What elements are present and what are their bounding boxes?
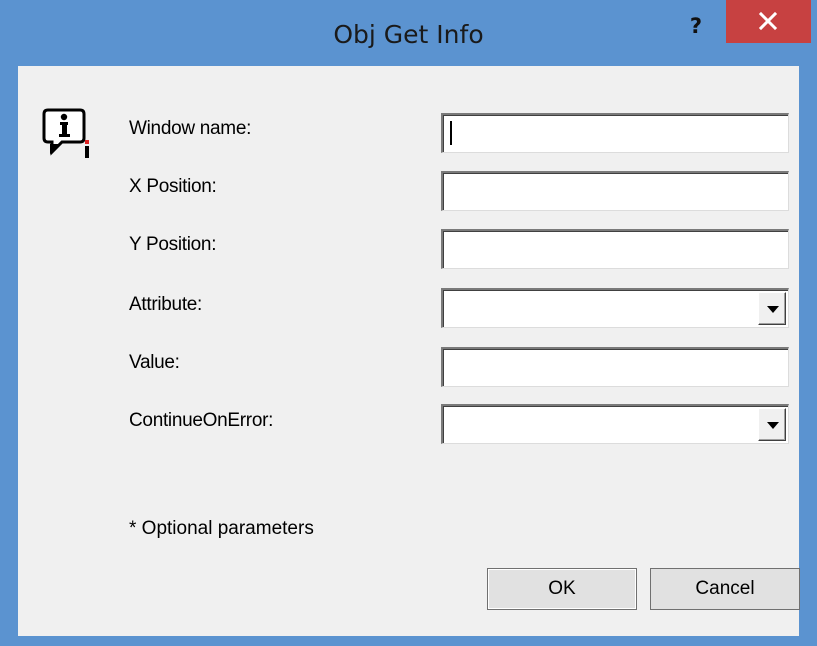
window-name-input[interactable] (441, 113, 789, 153)
help-button[interactable]: ? (684, 14, 708, 42)
value-input[interactable] (441, 347, 789, 387)
continue-on-error-dropdown-arrow-icon[interactable] (758, 408, 786, 441)
window-name-label: Window name: (129, 118, 252, 139)
dialog-body: Window name: X Position: Y Position: Att… (18, 66, 800, 636)
optional-parameters-note: * Optional parameters (129, 518, 314, 539)
ok-button[interactable]: OK (487, 568, 637, 610)
value-label: Value: (129, 352, 180, 373)
continue-on-error-label: ContinueOnError: (129, 410, 274, 431)
y-position-input[interactable] (441, 229, 789, 269)
close-icon (758, 11, 778, 31)
x-position-label: X Position: (129, 176, 217, 197)
close-button[interactable] (726, 0, 811, 43)
info-icon (42, 108, 89, 158)
attribute-dropdown-arrow-icon[interactable] (758, 292, 786, 325)
title-bar[interactable]: Obj Get Info ? (0, 0, 817, 66)
cancel-button[interactable]: Cancel (650, 568, 800, 610)
y-position-label: Y Position: (129, 234, 217, 255)
x-position-input[interactable] (441, 171, 789, 211)
dialog-window: Obj Get Info ? Window name: X Position: (0, 0, 817, 646)
continue-on-error-dropdown[interactable] (441, 404, 789, 444)
attribute-label: Attribute: (129, 294, 203, 315)
attribute-dropdown[interactable] (441, 288, 789, 328)
text-caret (450, 121, 452, 145)
